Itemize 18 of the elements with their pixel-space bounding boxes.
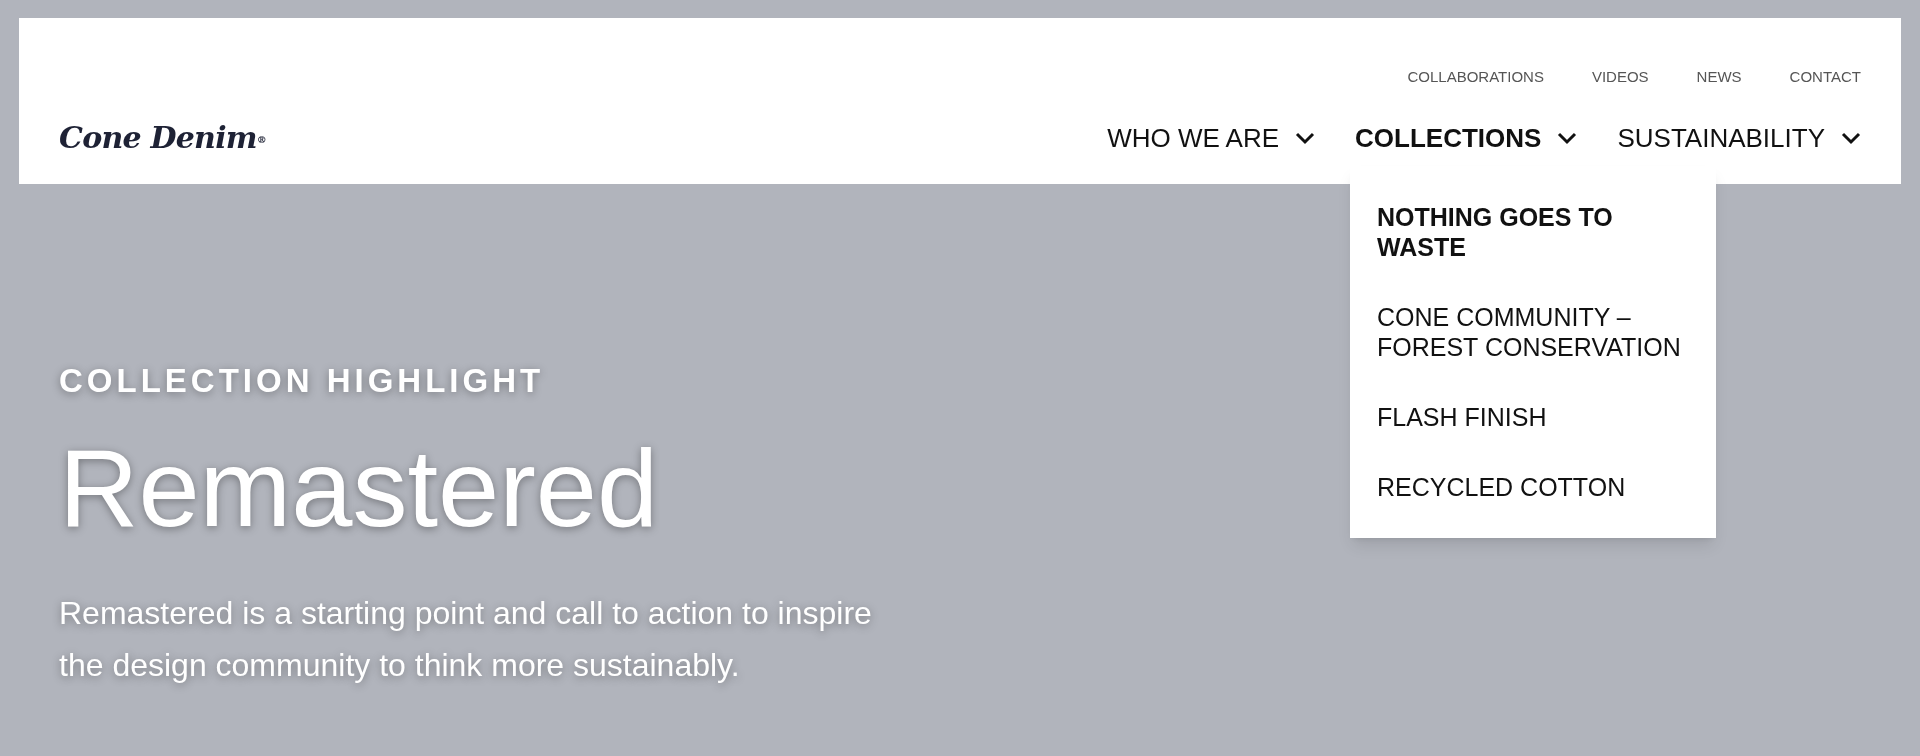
dropdown-item[interactable]: FLASH FINISH bbox=[1377, 402, 1689, 432]
nav-menu-item[interactable]: SUSTAINABILITY bbox=[1617, 118, 1861, 158]
chevron-down-icon bbox=[1557, 131, 1578, 145]
logo[interactable]: Cone Denim$^{®}$ bbox=[59, 115, 267, 160]
top-nav-link[interactable]: NEWS bbox=[1696, 66, 1742, 89]
dropdown-item[interactable]: RECYCLED COTTON bbox=[1377, 472, 1689, 502]
nav-menu-item[interactable]: WHO WE ARE bbox=[1107, 118, 1316, 158]
chevron-down-icon bbox=[1841, 131, 1861, 145]
top-nav-link[interactable]: COLLABORATIONS bbox=[1407, 66, 1544, 89]
dropdown-item[interactable]: CONE COMMUNITY – FOREST CONSERVATION bbox=[1377, 302, 1689, 362]
hero-title: Remastered bbox=[59, 433, 659, 543]
nav-menu-item[interactable]: COLLECTIONS bbox=[1355, 118, 1578, 158]
dropdown-item[interactable]: NOTHING GOES TO WASTE bbox=[1377, 202, 1689, 262]
hero-text: Remastered is a starting point and call to action to inspire the design community to think more sustainably. bbox=[59, 594, 873, 685]
top-nav-link[interactable]: VIDEOS bbox=[1591, 66, 1649, 89]
chevron-down-icon bbox=[1295, 131, 1316, 145]
top-nav-link[interactable]: CONTACT bbox=[1789, 66, 1861, 89]
hero-eyebrow: COLLECTION HIGHLIGHT bbox=[59, 364, 545, 397]
